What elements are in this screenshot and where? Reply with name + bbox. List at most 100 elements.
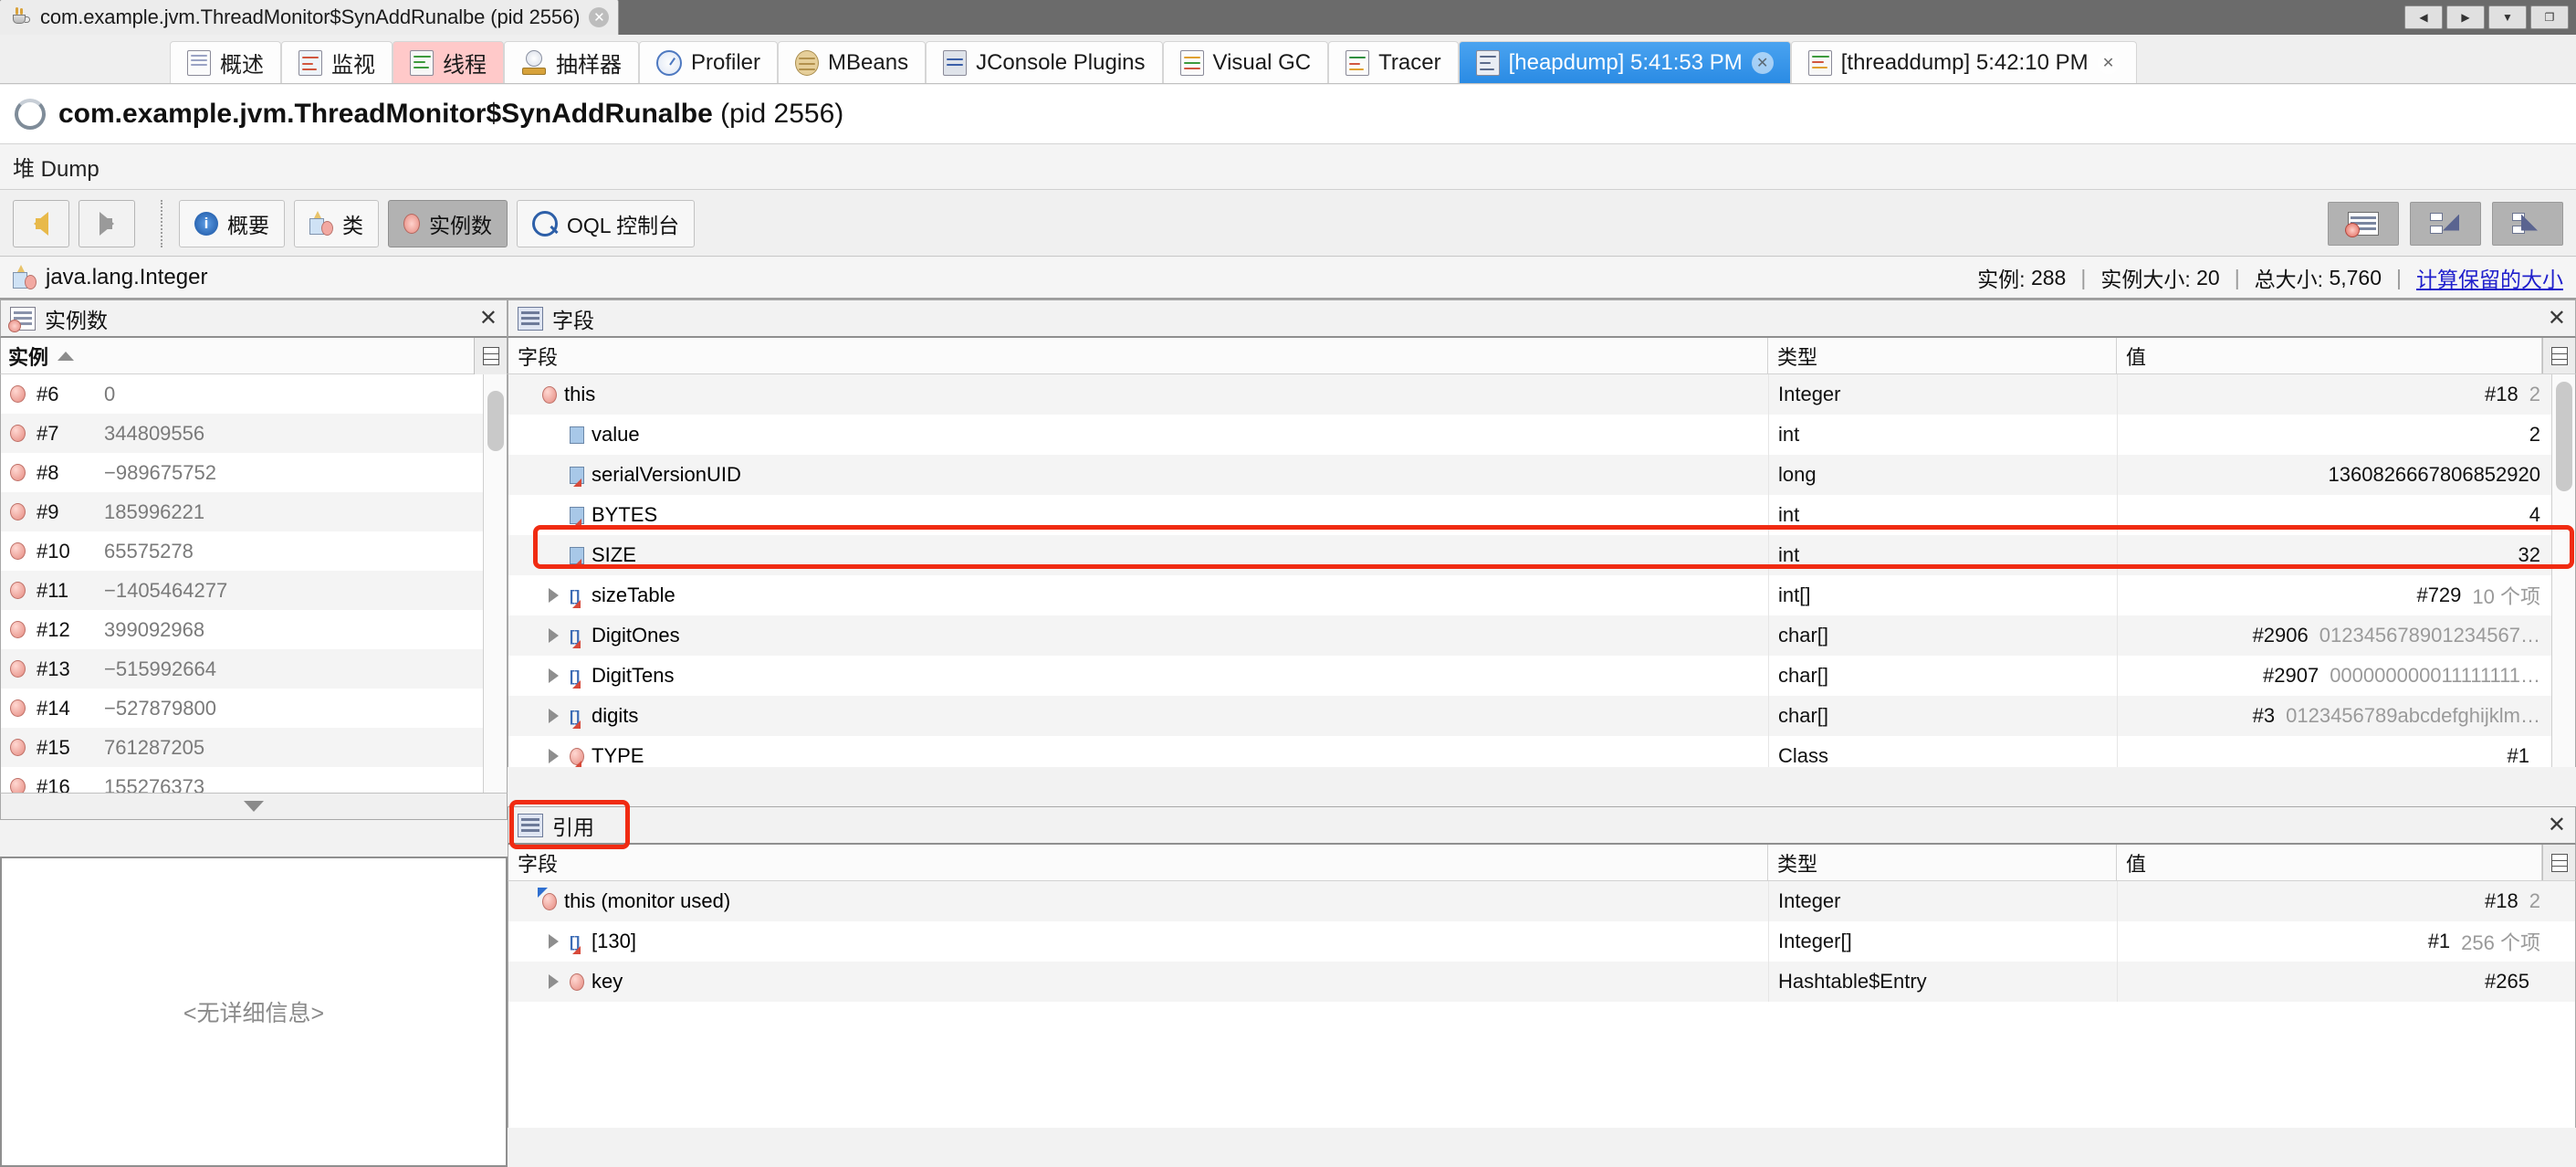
fields-table-row[interactable]: [] sizeTable int[] #729 10 个项 xyxy=(508,575,2575,615)
toolbar-divider xyxy=(161,199,162,247)
profiler-icon xyxy=(656,49,682,76)
instance-row[interactable]: #9 185996221 xyxy=(1,492,507,531)
instance-row[interactable]: #8 −989675752 xyxy=(1,453,507,492)
references-table-options-button[interactable] xyxy=(2542,845,2575,880)
fields-table-row[interactable]: SIZE int 32 xyxy=(508,535,2575,575)
field-name: value xyxy=(592,423,640,446)
field-type: Hashtable$Entry xyxy=(1778,970,1927,993)
expand-toggle-icon[interactable] xyxy=(549,934,559,949)
fields-table-row[interactable]: value int 2 xyxy=(508,415,2575,455)
references-table-row[interactable]: key Hashtable$Entry #265 xyxy=(508,962,2575,1002)
references-table-row[interactable]: [] [130] Integer[] #1 256 个项 xyxy=(508,921,2575,962)
tab-overview[interactable]: 概述 xyxy=(170,41,281,83)
instance-bullet-icon xyxy=(10,699,26,717)
window-tab[interactable]: com.example.jvm.ThreadMonitor$SynAddRuna… xyxy=(0,0,620,35)
instances-button[interactable]: 实例数 xyxy=(388,199,508,247)
references-table-row[interactable]: this (monitor used) Integer #18 2 xyxy=(508,881,2575,921)
tab-jconsole-plugins[interactable]: JConsole Plugins xyxy=(926,41,1163,83)
refs-col-field[interactable]: 字段 xyxy=(508,845,1768,880)
instance-row[interactable]: #15 761287205 xyxy=(1,728,507,767)
oql-console-button[interactable]: OQL 控制台 xyxy=(517,199,696,247)
window-tab-close-icon[interactable]: ✕ xyxy=(589,7,610,27)
instances-scrollbar-thumb[interactable] xyxy=(487,391,504,451)
fields-scrollbar[interactable] xyxy=(2551,374,2575,767)
refs-col-type[interactable]: 类型 xyxy=(1768,845,2117,880)
instance-id: #8 xyxy=(37,460,59,484)
fields-table-row[interactable]: [] DigitOnes char[] #2906 012345678901234567… xyxy=(508,615,2575,656)
instance-row[interactable]: #14 −527879800 xyxy=(1,689,507,728)
references-panel-header: 引用 ✕ xyxy=(508,806,2576,845)
field-name: [130] xyxy=(592,930,636,952)
instance-row[interactable]: #7 344809556 xyxy=(1,414,507,453)
fields-panel-close-icon[interactable]: ✕ xyxy=(2548,307,2566,330)
forward-button[interactable] xyxy=(79,199,135,247)
instances-scrollbar[interactable] xyxy=(483,374,507,793)
expand-toggle-icon[interactable] xyxy=(549,588,559,603)
instances-list[interactable]: #6 0 #7 344809556 #8 −989675752 #9 185996221 #10… xyxy=(0,374,508,793)
references-panel-close-icon[interactable]: ✕ xyxy=(2548,814,2566,836)
tab-overview-label: 概述 xyxy=(220,53,264,78)
instances-table-options-button[interactable] xyxy=(474,338,507,374)
tab-list-dropdown-icon[interactable]: ▼ xyxy=(2488,5,2527,29)
expand-toggle-icon[interactable] xyxy=(549,709,559,723)
fields-col-field[interactable]: 字段 xyxy=(508,338,1768,373)
expand-refs-button[interactable] xyxy=(2492,201,2563,246)
tab-threaddump[interactable]: [threaddump] 5:42:10 PM ✕ xyxy=(1790,41,2137,83)
summary-button[interactable]: i 概要 xyxy=(179,199,285,247)
expand-toggle-icon[interactable] xyxy=(549,668,559,683)
fields-table-row[interactable]: [] DigitTens char[] #2907 000000000011111111… xyxy=(508,656,2575,696)
show-instances-icon xyxy=(2345,211,2379,237)
fields-table-body[interactable]: this Integer #18 2 value int 2 serialVersionUID… xyxy=(508,374,2576,767)
instance-id: #12 xyxy=(37,617,70,641)
tab-scroll-left-icon[interactable]: ◀ xyxy=(2404,5,2443,29)
tab-heapdump[interactable]: [heapdump] 5:41:53 PM ✕ xyxy=(1458,41,1791,83)
instance-detail-placeholder: <无详细信息> xyxy=(183,1001,325,1026)
tab-profiler[interactable]: Profiler xyxy=(639,41,779,83)
threaddump-icon xyxy=(1807,49,1832,76)
fields-table-row[interactable]: serialVersionUID long 1360826667806852920 xyxy=(508,455,2575,495)
expand-toggle-icon[interactable] xyxy=(549,749,559,763)
maximize-window-icon[interactable]: ❐ xyxy=(2530,5,2569,29)
tab-scroll-right-icon[interactable]: ▶ xyxy=(2446,5,2485,29)
refs-col-value[interactable]: 值 xyxy=(2117,845,2542,880)
tab-threads[interactable]: 线程 xyxy=(393,41,504,83)
fields-col-type[interactable]: 类型 xyxy=(1768,338,2117,373)
expand-toggle-icon[interactable] xyxy=(549,628,559,643)
instances-list-footer[interactable] xyxy=(0,793,508,820)
fields-table-row[interactable]: [] digits char[] #3 0123456789abcdefghijklm… xyxy=(508,696,2575,736)
instance-id: #16 xyxy=(37,774,70,794)
field-name: DigitOnes xyxy=(592,624,680,647)
instance-row[interactable]: #10 65575278 xyxy=(1,531,507,571)
instance-row[interactable]: #13 −515992664 xyxy=(1,649,507,689)
instance-value: 185996221 xyxy=(104,499,205,523)
classes-button[interactable]: 类 xyxy=(294,199,379,247)
instance-row[interactable]: #12 399092968 xyxy=(1,610,507,649)
instances-column-header[interactable]: 实例 xyxy=(0,338,508,374)
instance-row[interactable]: #6 0 xyxy=(1,374,507,414)
compute-retained-size-link[interactable]: 计算保留的大小 xyxy=(2416,262,2563,293)
fields-scrollbar-thumb[interactable] xyxy=(2556,382,2572,491)
references-table-header: 字段 类型 值 xyxy=(508,845,2576,881)
monitor-icon xyxy=(298,49,322,76)
tab-mbeans[interactable]: MBeans xyxy=(778,41,927,83)
tab-heapdump-close-icon[interactable]: ✕ xyxy=(1751,51,1774,74)
instances-panel-close-icon[interactable]: ✕ xyxy=(479,307,497,330)
tab-tracer[interactable]: Tracer xyxy=(1328,41,1459,83)
show-instances-button[interactable] xyxy=(2328,201,2399,246)
fields-table-row[interactable]: BYTES int 4 xyxy=(508,495,2575,535)
fields-col-value[interactable]: 值 xyxy=(2117,338,2542,373)
tab-visual-gc[interactable]: Visual GC xyxy=(1162,41,1329,83)
fields-table-row[interactable]: TYPE Class #1 xyxy=(508,736,2575,767)
back-button[interactable] xyxy=(13,199,69,247)
fields-table-options-button[interactable] xyxy=(2542,338,2575,373)
instance-row[interactable]: #16 155276373 xyxy=(1,767,507,793)
merge-down-button[interactable] xyxy=(2410,201,2481,246)
tab-threaddump-close-icon[interactable]: ✕ xyxy=(2097,51,2120,74)
tab-sampler[interactable]: 抽样器 xyxy=(504,41,639,83)
fields-table-row[interactable]: this Integer #18 2 xyxy=(508,374,2575,415)
load-more-icon[interactable] xyxy=(244,801,264,812)
references-table-body[interactable]: this (monitor used) Integer #18 2 [] [130] Int… xyxy=(508,881,2576,1128)
instance-row[interactable]: #11 −1405464277 xyxy=(1,571,507,610)
expand-toggle-icon[interactable] xyxy=(549,974,559,989)
tab-monitor[interactable]: 监视 xyxy=(281,41,393,83)
